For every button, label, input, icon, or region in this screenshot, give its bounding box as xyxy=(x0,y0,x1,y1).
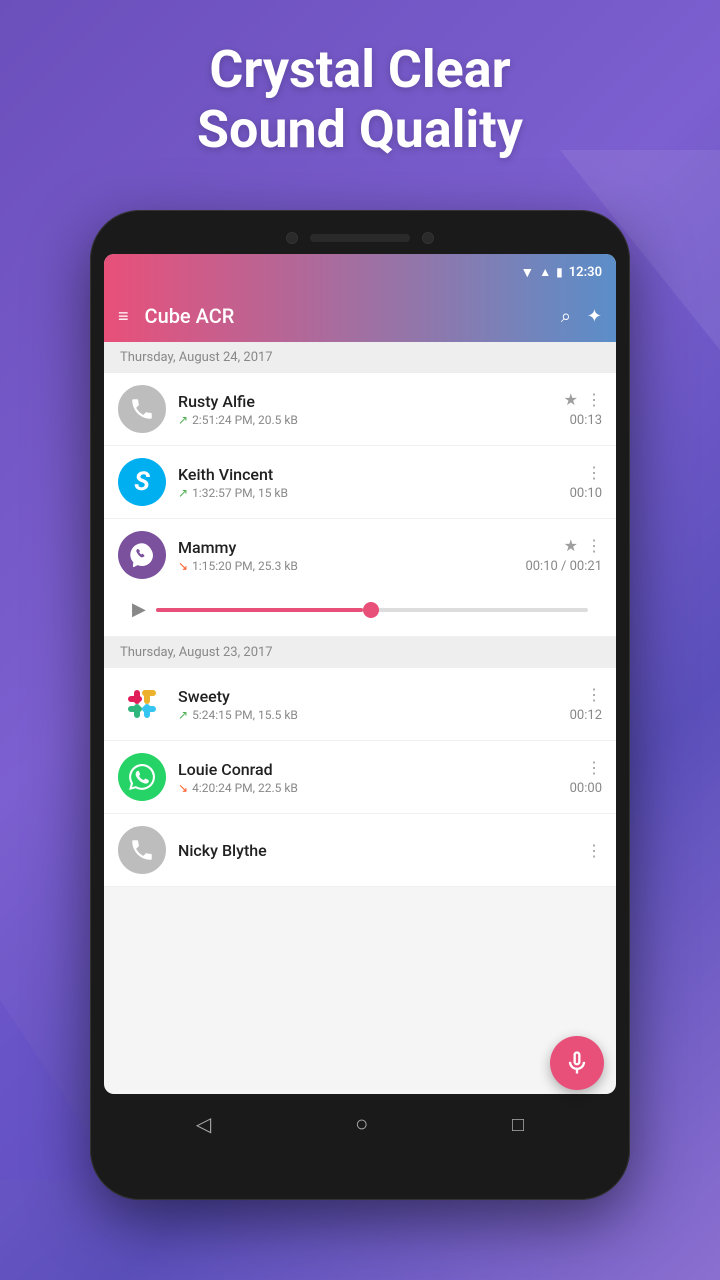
direction-icon-mammy: ↘ xyxy=(178,559,188,573)
app-toolbar: ≡ Cube ACR ⌕ ✦ xyxy=(104,290,616,342)
call-right-rusty: ★ ⋮ 00:13 xyxy=(564,390,602,428)
call-info-louie: Louie Conrad ↘ 4:20:24 PM, 22.5 kB xyxy=(178,760,558,795)
avatar-louie xyxy=(118,753,166,801)
call-actions-louie: ⋮ xyxy=(586,758,602,777)
call-item-keith[interactable]: S Keith Vincent ↗ 1:32:57 PM, 15 kB ⋮ xyxy=(104,446,616,519)
status-icons: ▼ ▲ ▮ xyxy=(520,264,562,281)
more-sweety[interactable]: ⋮ xyxy=(586,685,602,704)
duration-louie: 00:00 xyxy=(570,781,602,796)
progress-track[interactable] xyxy=(156,608,588,612)
player-bar: ▶ xyxy=(118,591,602,624)
more-rusty[interactable]: ⋮ xyxy=(586,390,602,409)
avatar-keith: S xyxy=(118,458,166,506)
recents-button[interactable]: □ xyxy=(512,1112,524,1137)
more-keith[interactable]: ⋮ xyxy=(586,463,602,482)
phone-screen: ▼ ▲ ▮ 12:30 ≡ Cube ACR ⌕ ✦ Thursday, Aug… xyxy=(104,254,616,1094)
call-actions-rusty: ★ ⋮ xyxy=(564,390,602,409)
home-button[interactable]: ○ xyxy=(355,1111,368,1137)
call-right-keith: ⋮ 00:10 xyxy=(570,463,602,501)
fab-record[interactable] xyxy=(550,1036,604,1090)
call-item-rusty[interactable]: Rusty Alfie ↗ 2:51:24 PM, 20.5 kB ★ ⋮ 00… xyxy=(104,373,616,446)
call-actions-mammy: ★ ⋮ xyxy=(564,536,602,555)
search-icon[interactable]: ⌕ xyxy=(561,306,571,327)
date-separator-2: Thursday, August 23, 2017 xyxy=(104,637,616,668)
call-info-rusty: Rusty Alfie ↗ 2:51:24 PM, 20.5 kB xyxy=(178,392,552,427)
phone-speaker xyxy=(310,234,410,242)
call-name-mammy: Mammy xyxy=(178,538,513,557)
more-mammy[interactable]: ⋮ xyxy=(586,536,602,555)
call-right-louie: ⋮ 00:00 xyxy=(570,758,602,796)
call-item-mammy[interactable]: Mammy ↘ 1:15:20 PM, 25.3 kB ★ ⋮ 00:10 / … xyxy=(104,519,616,637)
progress-thumb[interactable] xyxy=(363,602,379,618)
call-actions-keith: ⋮ xyxy=(586,463,602,482)
call-info-sweety: Sweety ↗ 5:24:15 PM, 15.5 kB xyxy=(178,687,558,722)
phone-camera-2 xyxy=(422,232,434,244)
call-name-louie: Louie Conrad xyxy=(178,760,558,779)
call-info-keith: Keith Vincent ↗ 1:32:57 PM, 15 kB xyxy=(178,465,558,500)
content-list: Thursday, August 24, 2017 Rusty Alfie ↗ … xyxy=(104,342,616,887)
duration-rusty: 00:13 xyxy=(570,413,602,428)
status-time: 12:30 xyxy=(569,265,602,280)
star-rusty[interactable]: ★ xyxy=(564,390,578,409)
call-right-nicky: ⋮ xyxy=(586,841,602,860)
call-info-nicky: Nicky Blythe xyxy=(178,841,574,860)
call-actions-sweety: ⋮ xyxy=(586,685,602,704)
call-item-sweety[interactable]: Sweety ↗ 5:24:15 PM, 15.5 kB ⋮ 00:12 xyxy=(104,668,616,741)
direction-icon-sweety: ↗ xyxy=(178,708,188,722)
play-button[interactable]: ▶ xyxy=(132,599,146,620)
call-right-mammy: ★ ⋮ 00:10 / 00:21 xyxy=(525,536,602,574)
duration-mammy: 00:10 / 00:21 xyxy=(525,559,602,574)
app-title: Cube ACR xyxy=(145,304,545,328)
back-button[interactable]: ◁ xyxy=(196,1112,211,1136)
call-name-nicky: Nicky Blythe xyxy=(178,841,574,860)
date-separator-1: Thursday, August 24, 2017 xyxy=(104,342,616,373)
call-right-sweety: ⋮ 00:12 xyxy=(570,685,602,723)
progress-fill xyxy=(156,608,363,612)
battery-icon: ▮ xyxy=(556,265,563,279)
call-info-mammy: Mammy ↘ 1:15:20 PM, 25.3 kB xyxy=(178,538,513,573)
menu-icon[interactable]: ≡ xyxy=(118,306,129,327)
phone-mockup: ▼ ▲ ▮ 12:30 ≡ Cube ACR ⌕ ✦ Thursday, Aug… xyxy=(90,210,630,1200)
wifi-icon: ▼ xyxy=(520,264,534,281)
call-name-rusty: Rusty Alfie xyxy=(178,392,552,411)
phone-nav: ◁ ○ □ xyxy=(104,1094,616,1154)
more-nicky[interactable]: ⋮ xyxy=(586,841,602,860)
call-name-sweety: Sweety xyxy=(178,687,558,706)
phone-top-bar xyxy=(104,224,616,254)
star-mammy[interactable]: ★ xyxy=(564,536,578,555)
more-louie[interactable]: ⋮ xyxy=(586,758,602,777)
call-name-keith: Keith Vincent xyxy=(178,465,558,484)
avatar-rusty xyxy=(118,385,166,433)
call-detail-keith: ↗ 1:32:57 PM, 15 kB xyxy=(178,486,558,500)
duration-sweety: 00:12 xyxy=(570,708,602,723)
call-detail-sweety: ↗ 5:24:15 PM, 15.5 kB xyxy=(178,708,558,722)
call-detail-rusty: ↗ 2:51:24 PM, 20.5 kB xyxy=(178,413,552,427)
call-item-louie[interactable]: Louie Conrad ↘ 4:20:24 PM, 22.5 kB ⋮ 00:… xyxy=(104,741,616,814)
call-actions-nicky: ⋮ xyxy=(586,841,602,860)
call-item-nicky[interactable]: Nicky Blythe ⋮ xyxy=(104,814,616,887)
status-bar: ▼ ▲ ▮ 12:30 xyxy=(104,254,616,290)
signal-icon: ▲ xyxy=(539,265,551,279)
direction-icon-keith: ↗ xyxy=(178,486,188,500)
avatar-mammy xyxy=(118,531,166,579)
duration-keith: 00:10 xyxy=(570,486,602,501)
direction-icon-rusty: ↗ xyxy=(178,413,188,427)
favorites-icon[interactable]: ✦ xyxy=(587,306,602,327)
call-detail-louie: ↘ 4:20:24 PM, 22.5 kB xyxy=(178,781,558,795)
phone-camera xyxy=(286,232,298,244)
avatar-sweety xyxy=(118,680,166,728)
call-detail-mammy: ↘ 1:15:20 PM, 25.3 kB xyxy=(178,559,513,573)
direction-icon-louie: ↘ xyxy=(178,781,188,795)
header-line1: Crystal Clear xyxy=(0,40,720,100)
avatar-nicky xyxy=(118,826,166,874)
